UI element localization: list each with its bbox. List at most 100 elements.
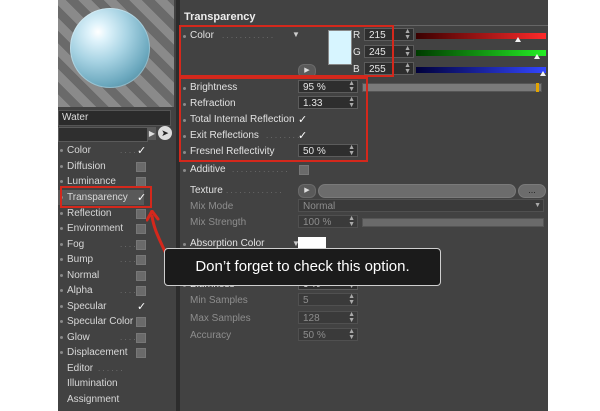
mix-mode-select[interactable]: Normal ▼ bbox=[298, 199, 544, 212]
channel-alpha[interactable]: Alpha. . . . bbox=[58, 283, 146, 298]
checkbox[interactable] bbox=[136, 333, 146, 343]
channel-glow[interactable]: Glow. . . . bbox=[58, 330, 146, 345]
mix-mode-label: Mix Mode bbox=[190, 201, 234, 212]
slider-handle-icon[interactable] bbox=[515, 37, 521, 42]
slider-handle-icon[interactable] bbox=[540, 71, 546, 76]
channel-label: Environment bbox=[67, 223, 124, 234]
texture-label: Texture bbox=[190, 185, 223, 196]
channel-fog[interactable]: Fog. . . . bbox=[58, 237, 146, 252]
accuracy-row: Accuracy bbox=[182, 328, 548, 344]
mix-strength-field[interactable]: 100 % ▲ ▼ bbox=[298, 215, 358, 228]
bullet-icon bbox=[60, 289, 63, 292]
channel-illumination[interactable]: Illumination bbox=[58, 376, 144, 391]
green-gradient-slider[interactable] bbox=[416, 50, 546, 56]
channel-label: Fog bbox=[67, 239, 85, 250]
channel-displacement[interactable]: Displacement bbox=[58, 345, 146, 360]
channel-label: Bump bbox=[67, 254, 94, 265]
channel-normal[interactable]: Normal bbox=[58, 268, 146, 283]
checkbox[interactable] bbox=[136, 286, 146, 296]
channel-editor[interactable]: Editor. . . . . . bbox=[58, 361, 144, 376]
channel-assignment[interactable]: Assignment bbox=[58, 392, 144, 407]
max-samples-row: Max Samples bbox=[182, 311, 548, 327]
chevron-down-icon: ▼ bbox=[534, 202, 541, 209]
texture-slot[interactable] bbox=[318, 184, 516, 198]
bullet-icon bbox=[60, 149, 63, 152]
channel-label: Alpha bbox=[67, 285, 93, 296]
channel-label: Displacement bbox=[67, 347, 128, 358]
params-highlight-box bbox=[179, 77, 368, 162]
transparency-highlight-box bbox=[60, 186, 152, 208]
bullet-icon bbox=[60, 320, 63, 323]
spinner-icon[interactable]: ▲▼ bbox=[404, 62, 411, 75]
bullet-icon bbox=[60, 212, 63, 215]
bullet-icon bbox=[183, 243, 186, 246]
slider-handle-icon[interactable] bbox=[534, 54, 540, 59]
mix-strength-label: Mix Strength bbox=[190, 217, 247, 228]
checkbox[interactable] bbox=[136, 209, 146, 219]
min-samples-label: Min Samples bbox=[190, 295, 248, 306]
spinner-icon[interactable]: ▲▼ bbox=[348, 328, 355, 341]
bullet-icon bbox=[60, 258, 63, 261]
max-samples-label: Max Samples bbox=[190, 313, 251, 324]
slider-marker[interactable] bbox=[536, 83, 539, 92]
min-samples-field[interactable]: 5 ▲ ▼ bbox=[298, 293, 358, 306]
channel-specular-color[interactable]: Specular Color bbox=[58, 314, 146, 329]
channel-label: Specular bbox=[67, 301, 107, 312]
channel-label: Normal bbox=[67, 270, 100, 281]
accuracy-field[interactable]: 50 % ▲ ▼ bbox=[298, 328, 358, 341]
checkbox[interactable] bbox=[136, 348, 146, 358]
channel-color[interactable]: Color. . . . ✓ bbox=[58, 143, 146, 158]
spinner-icon[interactable]: ▲▼ bbox=[348, 215, 355, 228]
channel-specular[interactable]: Specular ✓ bbox=[58, 299, 146, 314]
section-title: Transparency bbox=[184, 11, 256, 23]
channel-label: Illumination bbox=[67, 378, 118, 389]
checkbox[interactable] bbox=[136, 271, 146, 281]
material-name-field[interactable]: Water bbox=[58, 110, 171, 126]
bullet-icon bbox=[60, 227, 63, 230]
bullet-icon bbox=[60, 305, 63, 308]
bullet-icon bbox=[60, 351, 63, 354]
checkmark-icon[interactable]: ✓ bbox=[136, 146, 146, 157]
pointer-icon[interactable]: ➤ bbox=[158, 126, 172, 140]
blue-gradient-slider[interactable] bbox=[416, 67, 546, 73]
checkmark-icon[interactable]: ✓ bbox=[136, 302, 146, 313]
material-search-input[interactable] bbox=[58, 127, 148, 142]
max-samples-field[interactable]: 128 ▲ ▼ bbox=[298, 311, 358, 324]
channel-label: Assignment bbox=[67, 394, 120, 405]
play-arrow-icon[interactable]: ▶ bbox=[148, 127, 156, 140]
channel-bump[interactable]: Bump. . . . bbox=[58, 252, 146, 267]
channel-label: Color bbox=[67, 145, 91, 156]
tooltip: Don’t forget to check this option. bbox=[164, 248, 441, 286]
min-samples-row: Min Samples bbox=[182, 293, 548, 309]
spinner-icon[interactable]: ▲▼ bbox=[348, 311, 355, 324]
texture-play-icon[interactable]: ▶ bbox=[298, 184, 316, 198]
bullet-icon bbox=[60, 274, 63, 277]
color-highlight-box bbox=[179, 25, 394, 77]
bullet-icon bbox=[60, 180, 63, 183]
additive-row: Additive . . . . . . . . . . . . . bbox=[182, 162, 548, 178]
checkbox[interactable] bbox=[136, 162, 146, 172]
channel-reflection[interactable]: Reflection bbox=[58, 206, 146, 221]
checkbox[interactable] bbox=[136, 224, 146, 234]
texture-more-button[interactable]: ... bbox=[518, 184, 546, 198]
checkbox[interactable] bbox=[136, 317, 146, 327]
channel-label: Glow bbox=[67, 332, 90, 343]
material-editor-window: Water ▶ ➤ Color. . . . ✓ Diffusion Lumina… bbox=[58, 0, 548, 411]
mix-strength-slider[interactable] bbox=[362, 218, 544, 227]
checkbox[interactable] bbox=[136, 255, 146, 265]
channel-label: Specular Color bbox=[67, 316, 134, 327]
channel-environment[interactable]: Environment bbox=[58, 221, 146, 236]
spinner-icon[interactable]: ▲▼ bbox=[404, 28, 411, 41]
channel-label: Editor bbox=[67, 363, 94, 374]
bullet-icon bbox=[60, 243, 63, 246]
spinner-icon[interactable]: ▲▼ bbox=[348, 293, 355, 306]
red-gradient-slider[interactable] bbox=[416, 33, 546, 39]
additive-checkbox[interactable] bbox=[299, 165, 309, 175]
spinner-icon[interactable]: ▲▼ bbox=[404, 45, 411, 58]
brightness-slider[interactable] bbox=[362, 83, 542, 92]
bullet-icon bbox=[183, 169, 186, 172]
accuracy-label: Accuracy bbox=[190, 330, 232, 341]
checkbox[interactable] bbox=[136, 240, 146, 250]
channel-diffusion[interactable]: Diffusion bbox=[58, 159, 146, 174]
preview-sphere bbox=[70, 8, 150, 88]
